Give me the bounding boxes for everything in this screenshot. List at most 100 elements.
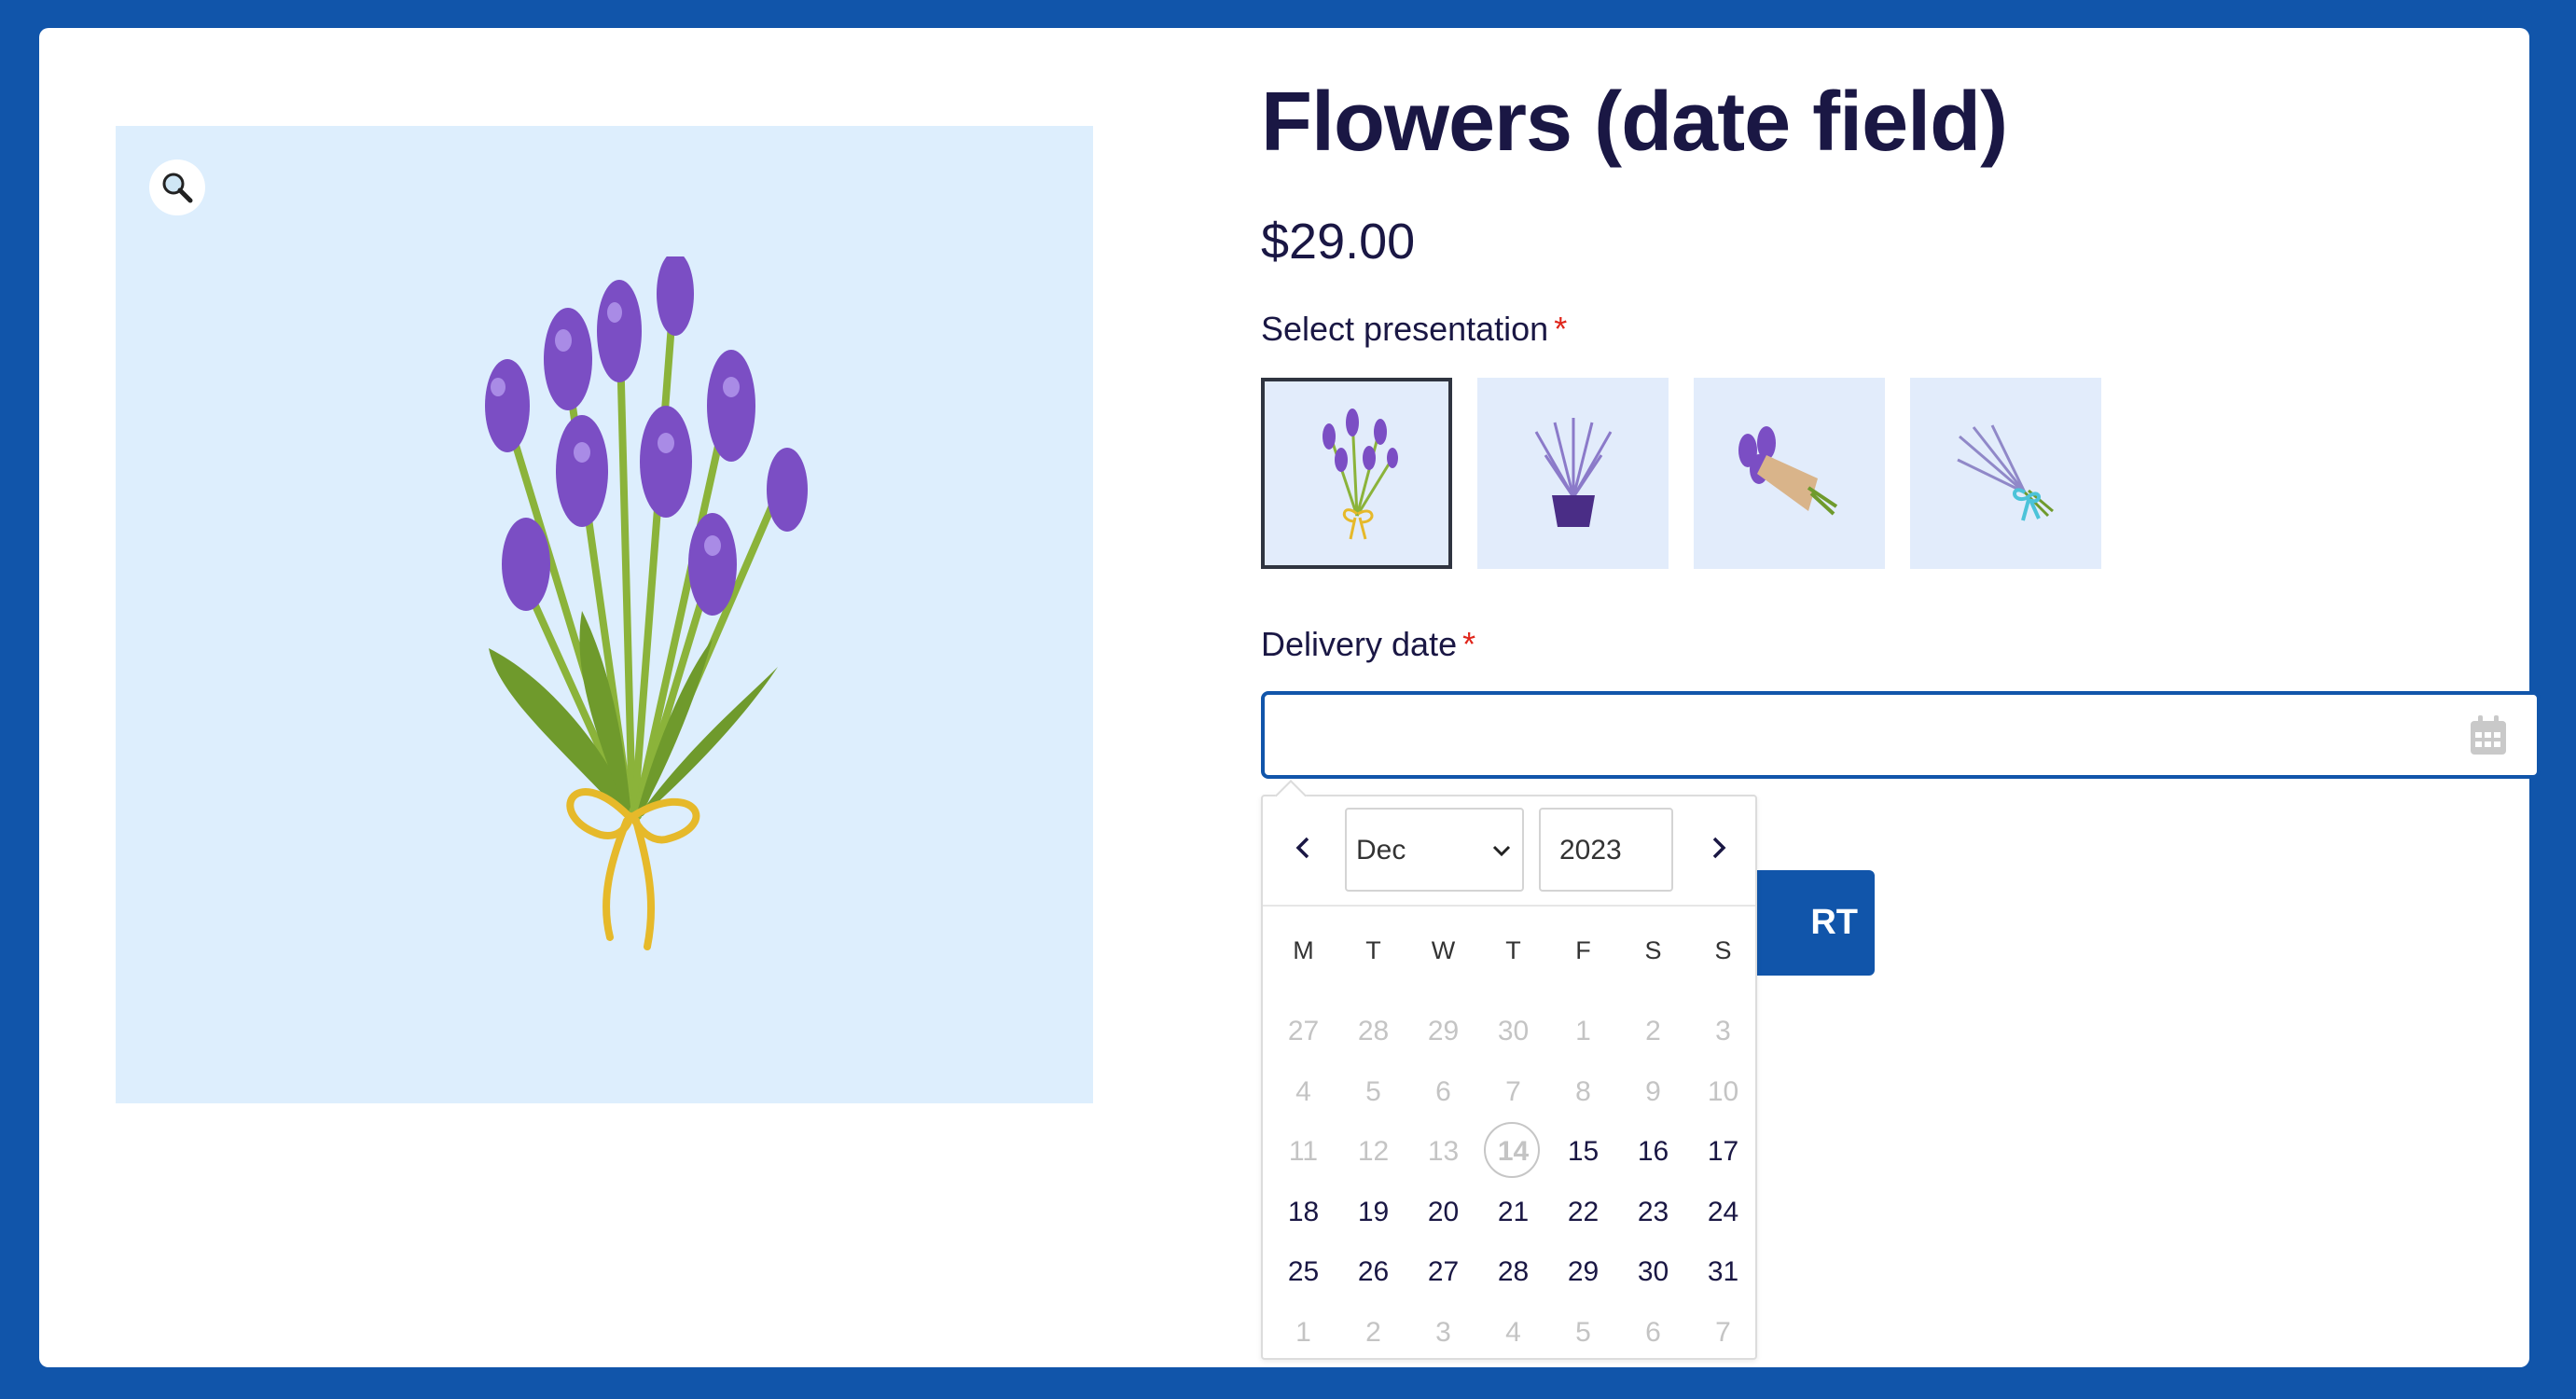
month-select[interactable]: Dec <box>1345 808 1524 892</box>
chevron-left-icon <box>1295 837 1309 859</box>
previous-month-button[interactable] <box>1280 824 1326 871</box>
calendar-day: 29 <box>1408 1004 1478 1060</box>
weekday-label: T <box>1505 936 1521 964</box>
required-mark: * <box>1554 310 1568 348</box>
calendar-day-number: 26 <box>1357 1256 1390 1287</box>
calendar-day: 8 <box>1548 1064 1618 1120</box>
calendar-day[interactable]: 23 <box>1618 1184 1688 1240</box>
calendar-day: 3 <box>1688 1004 1758 1060</box>
chevron-right-icon <box>1712 837 1726 859</box>
calendar-day[interactable]: 21 <box>1478 1184 1548 1240</box>
calendar-day[interactable]: 25 <box>1268 1244 1338 1300</box>
weekday-label: W <box>1431 936 1456 964</box>
calendar-day[interactable]: 22 <box>1548 1184 1618 1240</box>
calendar-day[interactable]: 16 <box>1618 1124 1688 1180</box>
calendar-day-number: 18 <box>1287 1196 1320 1227</box>
calendar-day-number: 7 <box>1505 1075 1521 1107</box>
wrapped-thumbnail <box>1738 425 1837 515</box>
calendar-day-number: 4 <box>1295 1075 1311 1107</box>
calendar-day: 30 <box>1478 1004 1548 1060</box>
year-input[interactable]: 2023 <box>1539 808 1673 892</box>
calendar-day: 1 <box>1268 1305 1338 1361</box>
calendar-day: 5 <box>1338 1064 1408 1120</box>
weekday-label: T <box>1365 936 1381 964</box>
calendar-day-number: 4 <box>1505 1316 1521 1348</box>
calendar-day[interactable]: 19 <box>1338 1184 1408 1240</box>
calendar-day-number: 6 <box>1645 1316 1661 1348</box>
calendar-day-number: 1 <box>1575 1016 1591 1046</box>
next-month-button[interactable] <box>1696 824 1742 871</box>
calendar-day-number: 22 <box>1567 1196 1600 1227</box>
calendar-day-number: 9 <box>1645 1075 1661 1107</box>
calendar-day-number: 17 <box>1707 1136 1739 1167</box>
calendar-day: 5 <box>1548 1305 1618 1361</box>
calendar-day-number: 11 <box>1288 1136 1319 1167</box>
ribbon-thumbnail <box>1956 423 2054 521</box>
weekday-label: M <box>1293 936 1314 964</box>
delivery-date-input[interactable] <box>1261 691 2541 779</box>
calendar-day[interactable]: 26 <box>1338 1244 1408 1300</box>
calendar-day-number: 28 <box>1357 1016 1390 1046</box>
calendar-day[interactable]: 20 <box>1408 1184 1478 1240</box>
weekday-label: F <box>1575 936 1591 964</box>
calendar-day-number: 5 <box>1365 1075 1381 1107</box>
weekday-label: S <box>1644 936 1662 964</box>
chevron-down-icon <box>1492 845 1511 857</box>
calendar-day-number: 2 <box>1645 1016 1661 1046</box>
calendar-day[interactable]: 15 <box>1548 1124 1618 1180</box>
calendar-day-number: 30 <box>1497 1016 1530 1046</box>
calendar-day: 2 <box>1338 1305 1408 1361</box>
calendar-day: 4 <box>1268 1064 1338 1120</box>
calendar-icon[interactable] <box>2469 713 2508 756</box>
calendar-day-number: 5 <box>1575 1316 1591 1348</box>
presentation-option-pot[interactable] <box>1477 378 1669 569</box>
calendar-day-number: 16 <box>1637 1136 1669 1167</box>
calendar-day-number: 14 <box>1497 1136 1530 1167</box>
presentation-option-wrapped[interactable] <box>1694 378 1885 569</box>
lavender-bouquet-image <box>485 256 808 950</box>
calendar-day[interactable]: 31 <box>1688 1244 1758 1300</box>
calendar-day-number: 27 <box>1427 1256 1460 1287</box>
calendar-day: 13 <box>1408 1124 1478 1180</box>
required-mark: * <box>1462 625 1476 663</box>
product-title: Flowers (date field) <box>1261 76 2008 169</box>
calendar-day-number: 3 <box>1435 1316 1451 1348</box>
calendar-day: 9 <box>1618 1064 1688 1120</box>
calendar-day[interactable]: 24 <box>1688 1184 1758 1240</box>
product-image <box>116 126 1093 1103</box>
calendar-day-number: 27 <box>1287 1016 1320 1046</box>
calendar-day[interactable]: 29 <box>1548 1244 1618 1300</box>
calendar-week-row: 18 19 20 21 22 23 24 <box>1268 1184 1759 1240</box>
calendar-day: 6 <box>1618 1305 1688 1361</box>
magnifier-icon <box>162 173 193 203</box>
bouquet-thumbnail <box>1322 408 1398 539</box>
delivery-date-label: Delivery date * <box>1261 625 1475 664</box>
calendar-day-number: 29 <box>1567 1256 1600 1287</box>
calendar-day-number: 1 <box>1295 1316 1311 1348</box>
calendar-day-number: 2 <box>1365 1316 1381 1348</box>
calendar-day: 28 <box>1338 1004 1408 1060</box>
calendar-day: 4 <box>1478 1305 1548 1361</box>
presentation-option-ribbon[interactable] <box>1910 378 2101 569</box>
zoom-button[interactable] <box>149 159 205 215</box>
product-price: $29.00 <box>1261 214 1416 270</box>
calendar-day[interactable]: 28 <box>1478 1244 1548 1300</box>
month-select-value: Dec <box>1356 835 1406 866</box>
calendar-day-number: 29 <box>1427 1016 1460 1046</box>
pot-thumbnail <box>1534 417 1612 527</box>
calendar-day-number: 23 <box>1637 1196 1669 1227</box>
calendar-day[interactable]: 27 <box>1408 1244 1478 1300</box>
calendar-week-row: 4 5 6 7 8 9 10 <box>1268 1064 1759 1120</box>
calendar-day: 3 <box>1408 1305 1478 1361</box>
delivery-date-label-text: Delivery date <box>1261 625 1458 663</box>
presentation-label: Select presentation * <box>1261 310 1567 349</box>
calendar-day[interactable]: 18 <box>1268 1184 1338 1240</box>
calendar-day: 6 <box>1408 1064 1478 1120</box>
calendar-day[interactable]: 30 <box>1618 1244 1688 1300</box>
calendar-week-row: 27 28 29 30 1 2 3 <box>1268 1004 1759 1060</box>
calendar-day-number: 6 <box>1435 1075 1451 1107</box>
calendar-week-row: 1 2 3 4 5 6 7 <box>1268 1305 1759 1361</box>
calendar-day: 7 <box>1688 1305 1758 1361</box>
presentation-option-bouquet[interactable] <box>1261 378 1452 569</box>
calendar-day[interactable]: 17 <box>1688 1124 1758 1180</box>
